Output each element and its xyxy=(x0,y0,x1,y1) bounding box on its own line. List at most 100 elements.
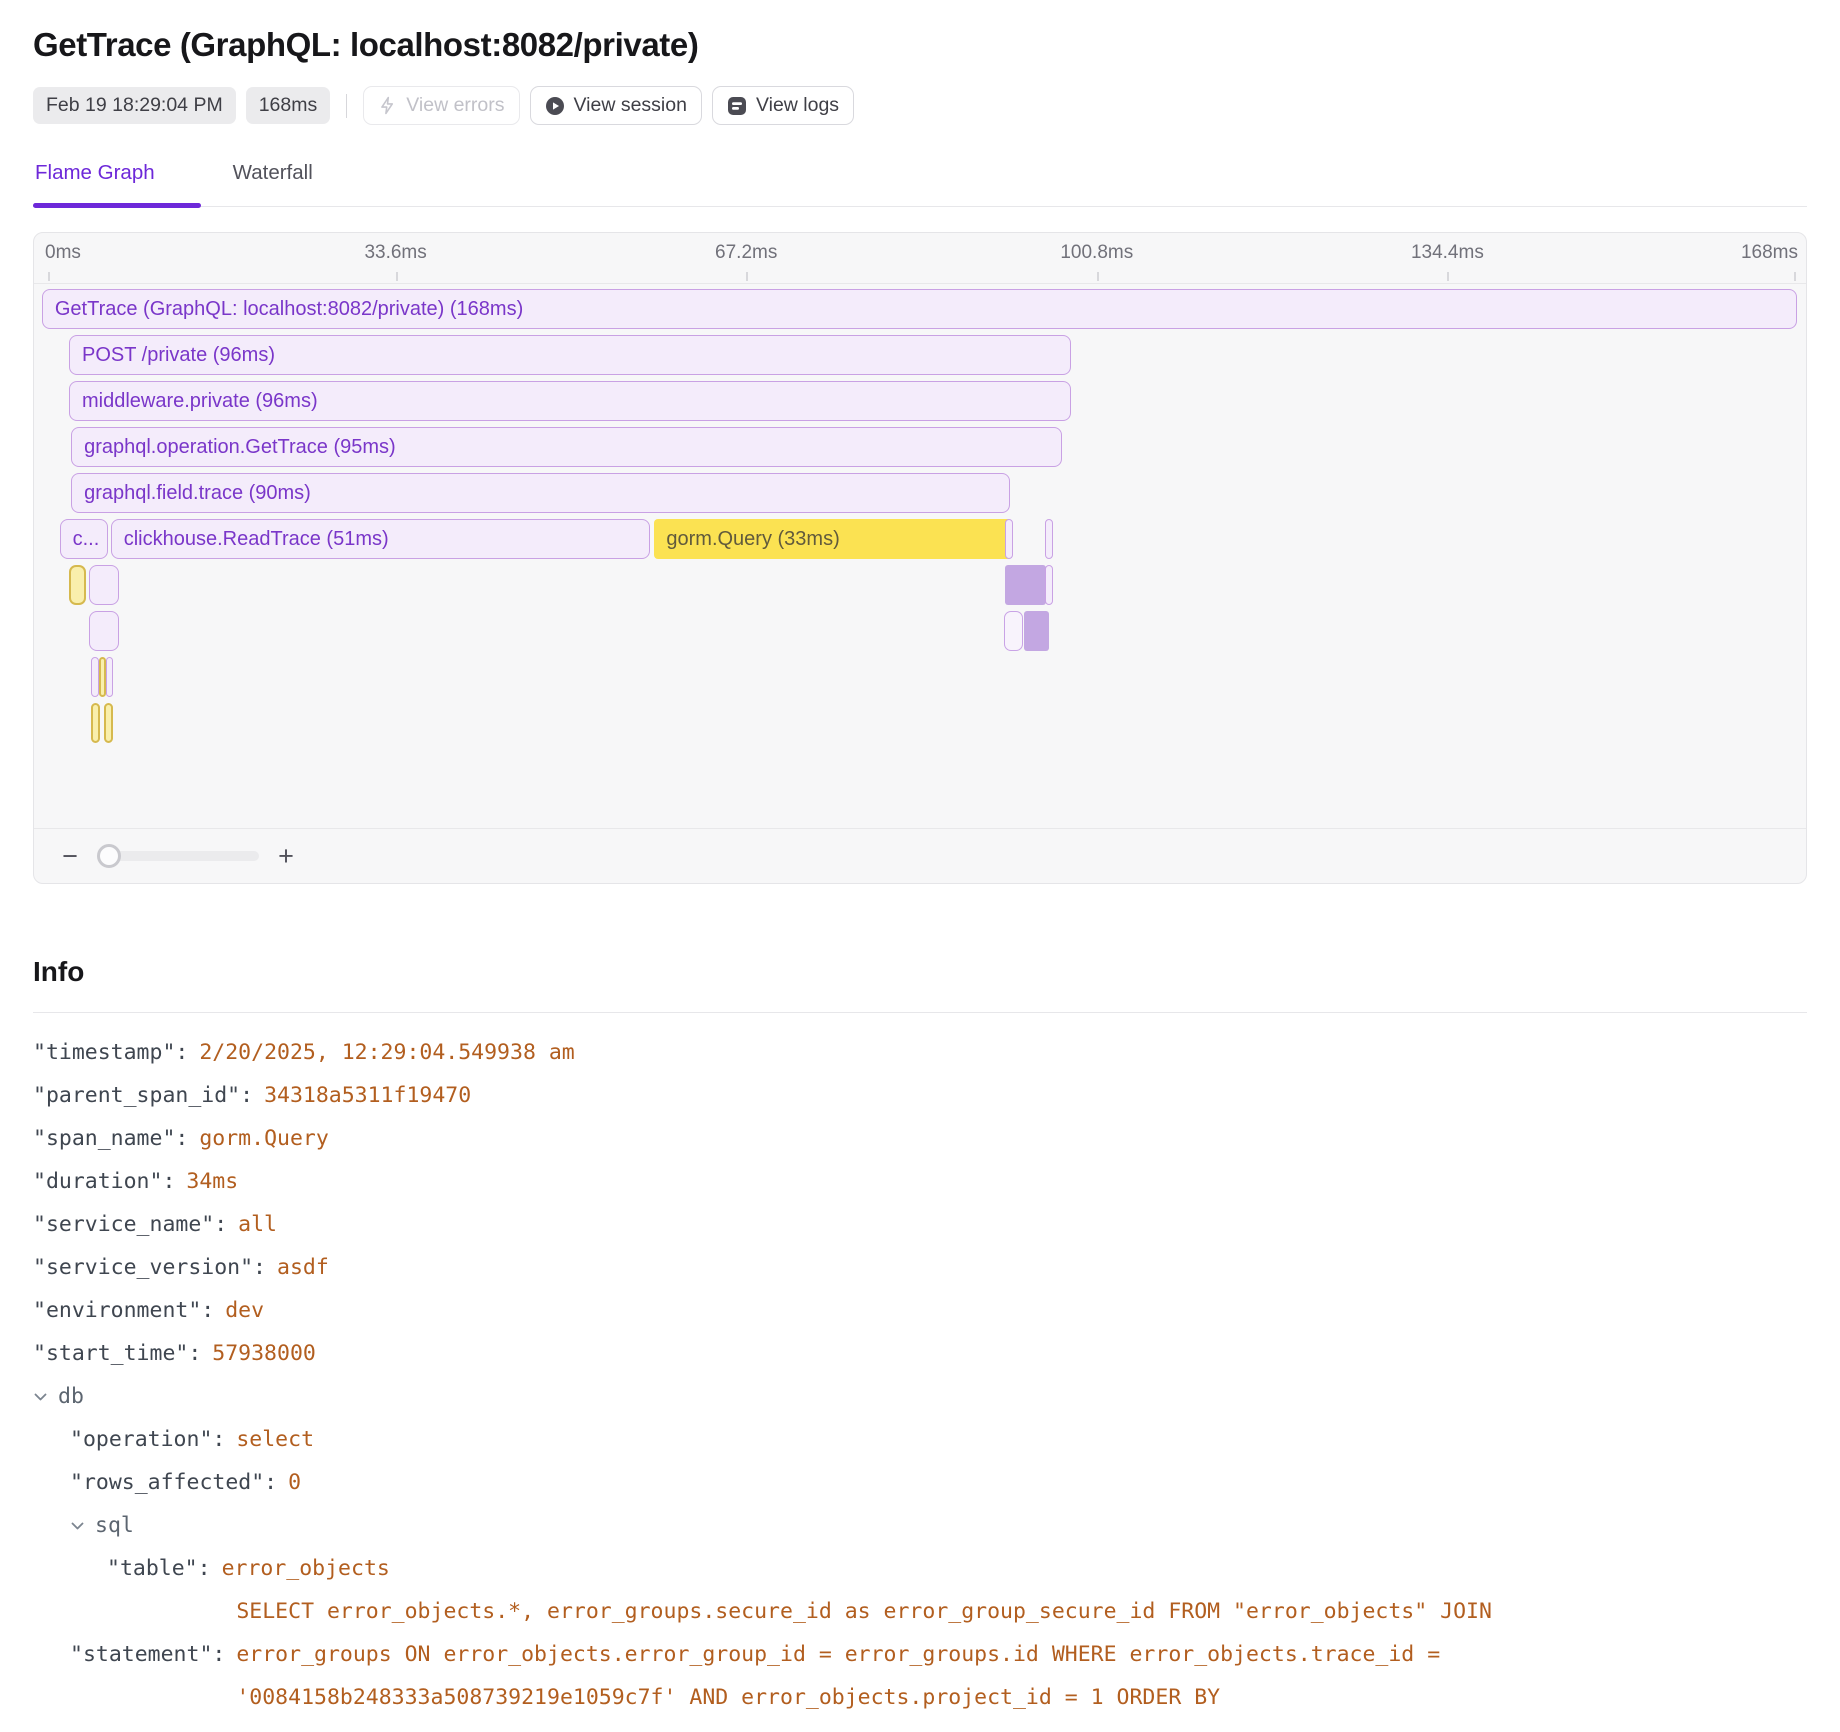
zoom-slider[interactable] xyxy=(99,851,259,861)
info-value: select xyxy=(236,1418,314,1461)
flame-span[interactable]: c... xyxy=(60,519,108,559)
flame-row: c...clickhouse.ReadTrace (51ms) gorm.Quer… xyxy=(45,519,1798,559)
flame-span[interactable] xyxy=(1005,519,1013,559)
meta-row: Feb 19 18:29:04 PM 168ms View errors Vie… xyxy=(33,86,1807,125)
flame-span[interactable]: clickhouse.ReadTrace (51ms) xyxy=(111,519,650,559)
info-value: 34318a5311f19470 xyxy=(264,1074,471,1117)
duration-badge: 168ms xyxy=(246,87,331,124)
flame-span[interactable] xyxy=(1024,611,1049,651)
info-row-duration: "duration": 34ms xyxy=(33,1160,1807,1203)
info-key: "duration": xyxy=(33,1160,175,1203)
flame-span-label: POST /private (96ms) xyxy=(70,344,285,367)
meta-divider xyxy=(346,94,347,118)
info-value: 57938000 xyxy=(212,1332,316,1375)
axis-tick xyxy=(48,272,50,281)
view-session-button[interactable]: View session xyxy=(530,86,702,125)
flame-span[interactable] xyxy=(1004,611,1023,651)
info-group-label: sql xyxy=(95,1504,134,1547)
info-row-timestamp: "timestamp": 2/20/2025, 12:29:04.549938 a… xyxy=(33,1031,1807,1074)
info-group-db[interactable]: db xyxy=(33,1375,1807,1418)
info-row-table: "table": error_objects xyxy=(33,1547,1807,1590)
zoom-out-button[interactable]: − xyxy=(59,843,81,870)
flame-span[interactable] xyxy=(69,565,86,605)
page-title: GetTrace (GraphQL: localhost:8082/privat… xyxy=(33,26,1807,64)
timestamp-badge: Feb 19 18:29:04 PM xyxy=(33,87,236,124)
flame-span[interactable] xyxy=(104,703,113,743)
flame-span[interactable]: graphql.field.trace (90ms) xyxy=(71,473,1010,513)
info-key: "service_name": xyxy=(33,1203,227,1246)
info-group-sql[interactable]: sql xyxy=(33,1504,1807,1547)
view-errors-button[interactable]: View errors xyxy=(363,86,519,125)
info-row-environment: "environment": dev xyxy=(33,1289,1807,1332)
info-value: dev xyxy=(225,1289,264,1332)
tab-waterfall[interactable]: Waterfall xyxy=(231,161,359,206)
axis-tick-label: 134.4ms xyxy=(1411,242,1484,264)
flame-span[interactable] xyxy=(106,657,113,697)
flame-span[interactable] xyxy=(91,703,100,743)
zoom-in-button[interactable]: + xyxy=(275,843,297,870)
ruler-divider xyxy=(34,283,1806,284)
info-row-operation: "operation":select xyxy=(33,1418,1807,1461)
flame-row xyxy=(45,611,1798,651)
logs-icon xyxy=(727,96,747,116)
info-value: 2/20/2025, 12:29:04.549938 am xyxy=(199,1031,574,1074)
flame-span[interactable] xyxy=(99,657,105,697)
flame-span[interactable] xyxy=(1045,565,1053,605)
info-value: asdf xyxy=(277,1246,329,1289)
flame-span[interactable] xyxy=(1005,565,1046,605)
tab-bar: Flame Graph Waterfall xyxy=(33,161,1807,207)
chevron-down-icon[interactable] xyxy=(70,1521,85,1531)
axis-tick xyxy=(396,272,398,281)
active-tab-underline xyxy=(33,203,201,208)
info-value: 0 xyxy=(288,1461,301,1504)
info-key: "parent_span_id": xyxy=(33,1074,253,1117)
info-heading: Info xyxy=(33,956,1807,988)
flame-span-label: clickhouse.ReadTrace (51ms) xyxy=(112,528,399,551)
flame-span[interactable] xyxy=(89,611,119,651)
axis-tick-label: 0ms xyxy=(45,242,81,264)
info-row-service_name: "service_name": all xyxy=(33,1203,1807,1246)
tab-flame-graph[interactable]: Flame Graph xyxy=(33,161,201,206)
info-value: error_objects xyxy=(222,1547,390,1590)
axis-tick xyxy=(746,272,748,281)
flame-row xyxy=(45,703,1798,743)
axis-tick-label: 67.2ms xyxy=(715,242,777,264)
info-value: all xyxy=(238,1203,277,1246)
flame-span[interactable]: middleware.private (96ms) xyxy=(69,381,1071,421)
flame-span-label: graphql.field.trace (90ms) xyxy=(72,482,321,505)
info-key: "table": xyxy=(107,1547,211,1590)
info-key: "service_version": xyxy=(33,1246,266,1289)
info-key: "timestamp": xyxy=(33,1031,188,1074)
flame-span-label: c... xyxy=(61,528,107,551)
flame-row: graphql.operation.GetTrace (95ms) xyxy=(45,427,1798,467)
flame-span[interactable]: GetTrace (GraphQL: localhost:8082/privat… xyxy=(42,289,1797,329)
flame-span[interactable] xyxy=(1045,519,1053,559)
info-json: "timestamp": 2/20/2025, 12:29:04.549938 a… xyxy=(33,1031,1807,1719)
info-value: gorm.Query xyxy=(199,1117,328,1160)
flame-graph-panel: 0ms 33.6ms 67.2ms 100.8ms 134.4ms 168ms … xyxy=(33,232,1807,884)
info-row-span_name: "span_name": gorm.Query xyxy=(33,1117,1807,1160)
info-key: "span_name": xyxy=(33,1117,188,1160)
axis-tick xyxy=(1447,272,1449,281)
zoom-slider-knob[interactable] xyxy=(97,844,121,868)
axis-tick xyxy=(1794,272,1796,281)
play-circle-icon xyxy=(545,96,565,116)
flame-span[interactable] xyxy=(89,565,119,605)
info-row-service_version: "service_version": asdf xyxy=(33,1246,1807,1289)
view-logs-button[interactable]: View logs xyxy=(712,86,854,125)
trace-page: GetTrace (GraphQL: localhost:8082/privat… xyxy=(0,26,1840,1719)
chevron-down-icon[interactable] xyxy=(33,1392,48,1402)
flame-span[interactable]: gorm.Query (33ms) xyxy=(654,519,1011,559)
axis-tick-label: 168ms xyxy=(1741,242,1798,264)
axis-tick xyxy=(1097,272,1099,281)
flame-row: POST /private (96ms) xyxy=(45,335,1798,375)
flame-span[interactable]: graphql.operation.GetTrace (95ms) xyxy=(71,427,1062,467)
flame-span-label: gorm.Query (33ms) xyxy=(654,528,849,551)
flame-span[interactable]: POST /private (96ms) xyxy=(69,335,1071,375)
flame-span[interactable] xyxy=(91,657,99,697)
flame-span-label: GetTrace (GraphQL: localhost:8082/privat… xyxy=(43,298,533,321)
info-key: "environment": xyxy=(33,1289,214,1332)
flame-zoom-controls: − + xyxy=(34,828,1806,883)
info-value: 34ms xyxy=(186,1160,238,1203)
axis-tick-label: 100.8ms xyxy=(1060,242,1133,264)
